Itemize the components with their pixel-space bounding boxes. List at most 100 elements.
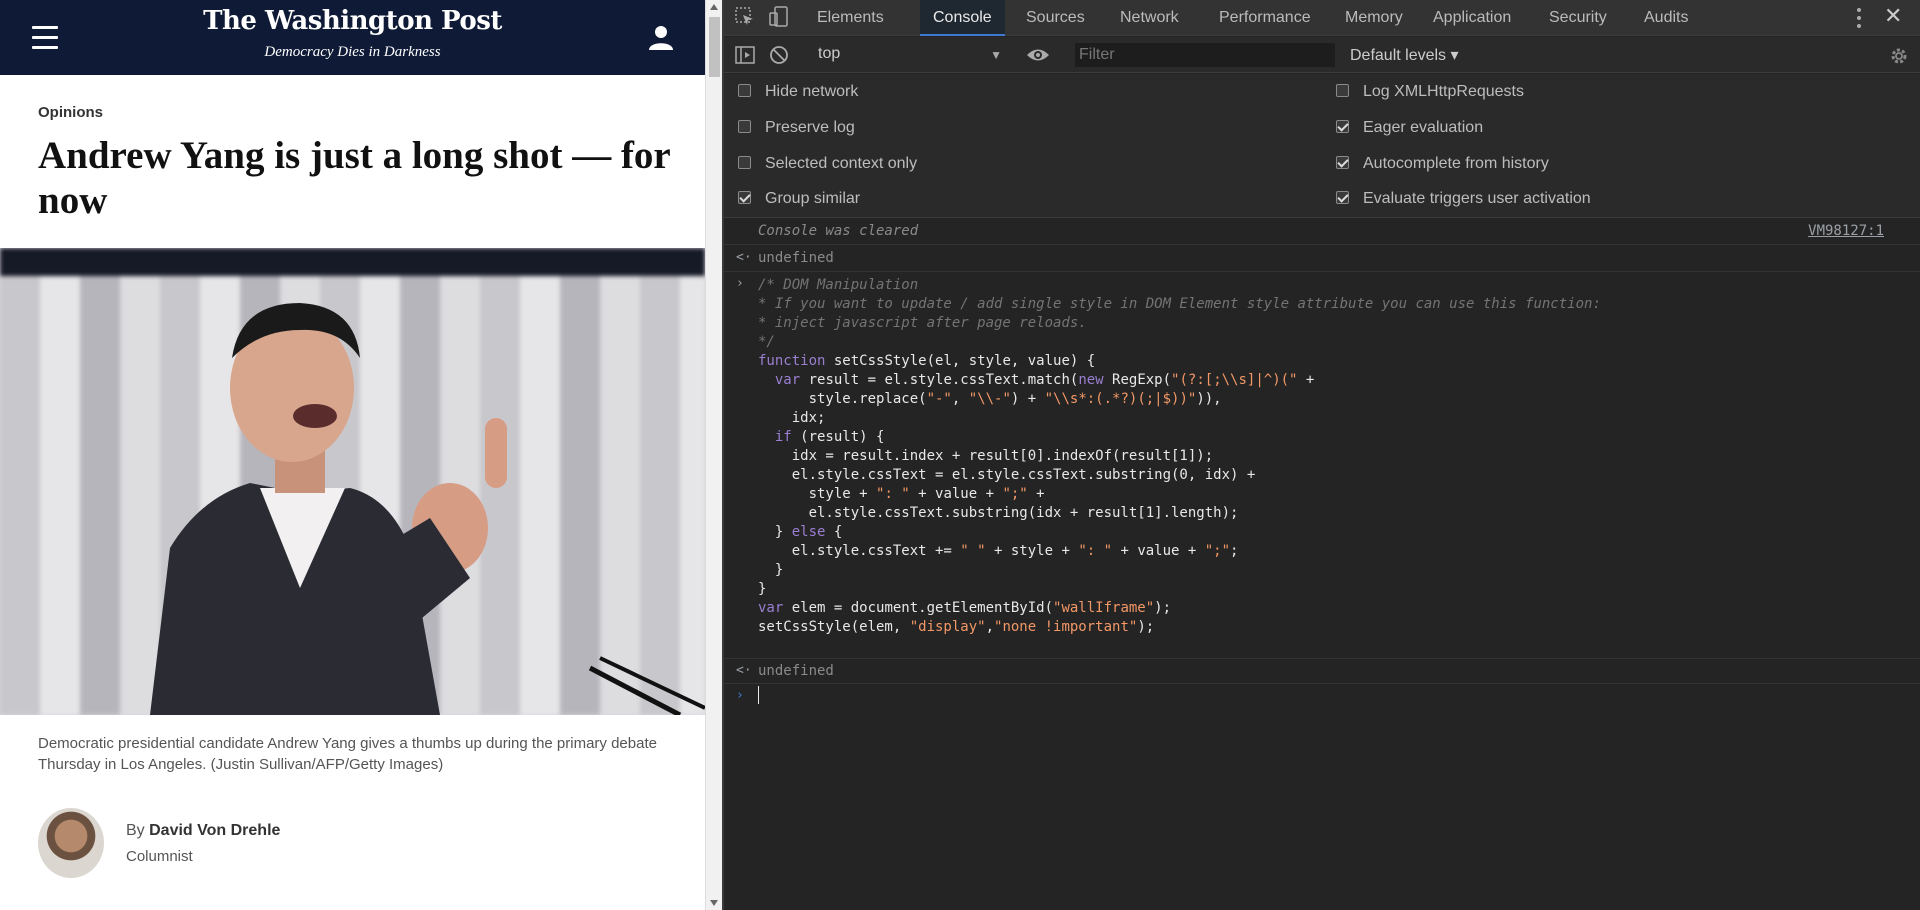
- log-levels-dropdown[interactable]: Default levels ▾: [1350, 45, 1459, 65]
- context-selector[interactable]: top ▼: [818, 45, 1002, 67]
- code-line: * inject javascript after page reloads.: [758, 315, 1087, 331]
- user-icon[interactable]: [648, 24, 674, 50]
- text-caret: [758, 686, 759, 704]
- site-logo[interactable]: The Washington Post: [0, 6, 705, 36]
- result-value: undefined: [758, 663, 834, 679]
- setting-selected-context-only[interactable]: Selected context only: [738, 155, 917, 173]
- tab-memory[interactable]: Memory: [1332, 0, 1416, 36]
- devtools-tab-bar: Elements Console Sources Network Perform…: [724, 0, 1920, 36]
- byline: By David Von Drehle: [126, 822, 280, 840]
- console-result: <· undefined: [724, 659, 1920, 684]
- console-cleared-text: Console was cleared: [758, 223, 919, 239]
- setting-label: Log XMLHttpRequests: [1363, 83, 1524, 100]
- code-line: style + ": " + value + ";" +: [758, 486, 1045, 502]
- devtools-panel: Elements Console Sources Network Perform…: [722, 0, 1920, 910]
- chevron-down-icon: ▼: [990, 48, 1002, 62]
- checkbox-checked[interactable]: [1336, 191, 1349, 204]
- gear-icon[interactable]: [1888, 45, 1910, 67]
- photo-caption: Democratic presidential candidate Andrew…: [38, 735, 657, 773]
- setting-label: Group similar: [765, 190, 861, 207]
- tab-elements[interactable]: Elements: [804, 0, 897, 36]
- live-expression-eye-icon[interactable]: [1026, 46, 1050, 64]
- setting-label: Evaluate triggers user activation: [1363, 190, 1591, 207]
- result-value: undefined: [758, 250, 834, 266]
- console-result: <· undefined: [724, 245, 1920, 272]
- tab-application[interactable]: Application: [1420, 0, 1524, 36]
- code-line: } else {: [758, 524, 843, 540]
- setting-label: Hide network: [765, 83, 859, 100]
- console-output[interactable]: Console was cleared VM98127:1 <· undefin…: [724, 219, 1920, 910]
- tab-sources[interactable]: Sources: [1013, 0, 1098, 36]
- article-headline: Andrew Yang is just a long shot — for no…: [38, 134, 671, 222]
- inspect-element-icon[interactable]: [734, 6, 756, 28]
- show-sidebar-icon[interactable]: [734, 44, 756, 66]
- setting-hide-network[interactable]: Hide network: [738, 83, 858, 101]
- code-line: idx;: [758, 410, 826, 426]
- article-photo: [0, 248, 705, 715]
- code-line: var elem = document.getElementById("wall…: [758, 600, 1172, 616]
- filter-input[interactable]: [1075, 43, 1335, 67]
- code-line: idx = result.index + result[0].indexOf(r…: [758, 448, 1214, 464]
- source-link[interactable]: VM98127:1: [1808, 223, 1884, 239]
- setting-evaluate-triggers[interactable]: Evaluate triggers user activation: [1336, 190, 1591, 208]
- scroll-up-arrow-icon[interactable]: [710, 4, 718, 10]
- console-input-entry: › /* DOM Manipulation * If you want to up…: [724, 272, 1920, 659]
- more-options-icon[interactable]: [1852, 6, 1866, 30]
- console-settings: Hide network Preserve log Selected conte…: [724, 74, 1920, 218]
- page-scrollbar[interactable]: [705, 0, 722, 910]
- result-arrow-icon: <·: [736, 663, 752, 678]
- setting-label: Eager evaluation: [1363, 119, 1484, 136]
- scroll-down-arrow-icon[interactable]: [710, 900, 718, 906]
- code-line: /* DOM Manipulation: [758, 277, 919, 293]
- code-line: * If you want to update / add single sty…: [758, 296, 1601, 312]
- author-avatar[interactable]: [38, 808, 104, 878]
- checkbox-checked[interactable]: [738, 191, 751, 204]
- checkbox[interactable]: [738, 120, 751, 133]
- code-line: el.style.cssText += " " + style + ": " +…: [758, 543, 1239, 559]
- console-message: Console was cleared VM98127:1: [724, 219, 1920, 245]
- author-role: Columnist: [126, 848, 193, 865]
- code-line: function setCssStyle(el, style, value) {: [758, 353, 1096, 369]
- code-line: */: [758, 334, 775, 350]
- setting-label: Selected context only: [765, 155, 918, 172]
- close-icon[interactable]: ✕: [1884, 3, 1902, 29]
- device-toolbar-icon[interactable]: [768, 6, 790, 28]
- tab-network[interactable]: Network: [1107, 0, 1192, 36]
- section-label[interactable]: Opinions: [38, 104, 103, 121]
- code-block[interactable]: /* DOM Manipulation * If you want to upda…: [758, 276, 1601, 637]
- tab-security[interactable]: Security: [1536, 0, 1620, 36]
- setting-autocomplete-history[interactable]: Autocomplete from history: [1336, 155, 1549, 173]
- context-value: top: [818, 45, 841, 62]
- setting-label: Preserve log: [765, 119, 855, 136]
- site-tagline: Democracy Dies in Darkness: [264, 44, 441, 60]
- checkbox-checked[interactable]: [1336, 120, 1349, 133]
- candidate-photo-figure: [150, 303, 705, 715]
- prompt-chevron-icon: ›: [736, 276, 744, 291]
- author-name[interactable]: David Von Drehle: [149, 822, 280, 839]
- setting-eager-evaluation[interactable]: Eager evaluation: [1336, 119, 1483, 137]
- checkbox[interactable]: [738, 84, 751, 97]
- code-line: }: [758, 562, 784, 578]
- code-line: style.replace("-", "\\-") + "\\s*:(.*?)(…: [758, 391, 1222, 407]
- console-toolbar: top ▼ Default levels ▾: [724, 37, 1920, 73]
- code-line: setCssStyle(elem, "display","none !impor…: [758, 619, 1155, 635]
- setting-label: Autocomplete from history: [1363, 155, 1549, 172]
- checkbox[interactable]: [1336, 84, 1349, 97]
- scrollbar-thumb[interactable]: [709, 17, 720, 77]
- code-line: el.style.cssText.substring(idx + result[…: [758, 505, 1239, 521]
- setting-preserve-log[interactable]: Preserve log: [738, 119, 855, 137]
- clear-console-icon[interactable]: [768, 44, 790, 66]
- site-header: The Washington Post Democracy Dies in Da…: [0, 0, 705, 75]
- code-line: }: [758, 581, 767, 597]
- checkbox[interactable]: [738, 156, 751, 169]
- setting-group-similar[interactable]: Group similar: [738, 190, 860, 208]
- prompt-chevron-icon: ›: [736, 688, 744, 703]
- byline-prefix: By: [126, 822, 145, 839]
- checkbox-checked[interactable]: [1336, 156, 1349, 169]
- tab-console[interactable]: Console: [920, 0, 1005, 36]
- console-prompt[interactable]: ›: [724, 684, 1920, 710]
- setting-log-xhr[interactable]: Log XMLHttpRequests: [1336, 83, 1524, 101]
- tab-performance[interactable]: Performance: [1206, 0, 1324, 36]
- result-arrow-icon: <·: [736, 250, 752, 265]
- tab-audits[interactable]: Audits: [1631, 0, 1701, 36]
